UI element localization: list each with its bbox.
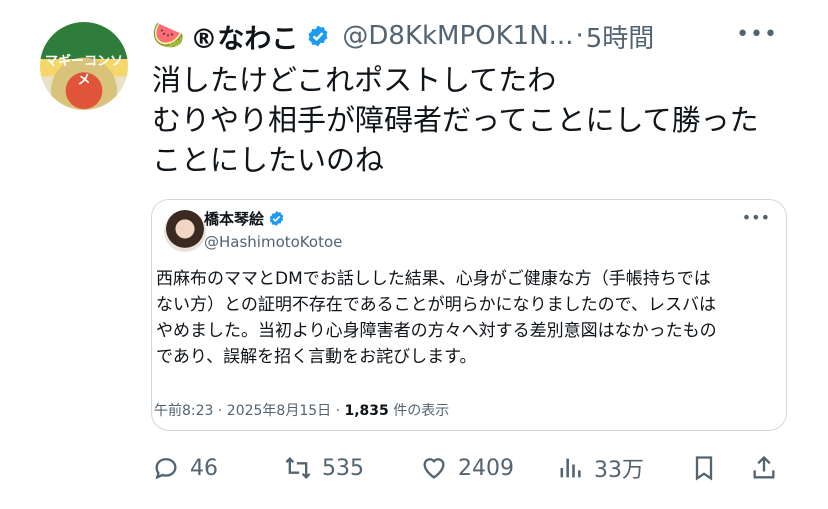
quoted-views-label: 件の表示 xyxy=(388,403,450,419)
post-time[interactable]: 5時間 xyxy=(586,18,655,55)
quoted-author-avatar[interactable] xyxy=(164,210,206,252)
post-line: ことにしたいのね xyxy=(152,143,385,177)
repost-icon xyxy=(285,457,311,479)
author-avatar[interactable]: マギーコンソメ xyxy=(40,22,128,110)
reply-button[interactable]: 46 xyxy=(152,448,218,488)
quoted-post-meta: 午前8:23 · 2025年8月15日 · 1,835 件の表示 xyxy=(154,400,449,420)
quoted-post[interactable]: 橋本琴絵 @HashimotoKotoe ••• 西麻布のママとDMでお話しした… xyxy=(151,199,787,431)
quoted-author-handle[interactable]: @HashimotoKotoe xyxy=(204,233,342,251)
views-count: 33万 xyxy=(594,458,644,483)
bookmark-button[interactable] xyxy=(690,448,728,488)
like-button[interactable]: 2409 xyxy=(420,448,514,488)
quoted-line: やめました。当初より心身障害者の方々へ対する差別意図はなかったもの xyxy=(156,321,717,341)
more-options-icon[interactable]: ••• xyxy=(742,208,770,227)
verified-badge-icon xyxy=(269,211,284,226)
quoted-line: 西麻布のママとDMでお話しした結果、心身がご健康な方（手帳持ちでは xyxy=(156,269,711,289)
reply-count: 46 xyxy=(190,455,218,481)
quoted-line: ない方）との証明不存在であることが明らかになりましたので、レスバは xyxy=(156,295,716,315)
heart-icon xyxy=(423,458,445,479)
quoted-post-body: 西麻布のママとDMでお話しした結果、心身がご健康な方（手帳持ちでは ない方）との… xyxy=(156,266,778,370)
post-body: 消したけどこれポストしてたわ むりやり相手が障碍者だってことにして勝った ことに… xyxy=(152,60,802,180)
post-line: 消したけどこれポストしてたわ xyxy=(152,63,557,97)
separator-dot: · xyxy=(575,21,584,51)
author-handle[interactable]: @D8KkMPOK1N... xyxy=(342,21,573,51)
post-line: むりやり相手が障碍者だってことにして勝った xyxy=(152,103,759,137)
views-chart-icon xyxy=(560,458,581,478)
quoted-line: であり、誤解を招く言動をお詫びします。 xyxy=(156,347,477,367)
repost-button[interactable]: 535 xyxy=(284,448,364,488)
quoted-author-name[interactable]: 橋本琴絵 xyxy=(204,208,264,229)
like-count: 2409 xyxy=(458,455,514,481)
quoted-timestamp[interactable]: 午前8:23 · 2025年8月15日 · xyxy=(154,403,345,419)
quoted-views-count: 1,835 xyxy=(344,403,389,419)
watermelon-emoji: 🍉 xyxy=(152,21,185,51)
share-button[interactable] xyxy=(750,448,788,488)
more-options-icon[interactable]: ••• xyxy=(736,22,778,47)
post-header: 🍉 ®なわこ @D8KkMPOK1N... · 5時間 xyxy=(152,16,654,56)
verified-badge-icon xyxy=(308,25,328,47)
bookmark-icon xyxy=(695,456,713,481)
avatar-label: マギーコンソメ xyxy=(44,54,123,88)
share-icon xyxy=(753,455,775,479)
author-name[interactable]: ®なわこ xyxy=(190,17,298,56)
repost-count: 535 xyxy=(322,455,364,481)
views-button[interactable]: 33万 xyxy=(556,448,644,488)
action-bar: 46 535 2409 33万 xyxy=(152,448,792,488)
quoted-author-name-row: 橋本琴絵 xyxy=(204,208,285,229)
reply-icon xyxy=(155,458,177,480)
